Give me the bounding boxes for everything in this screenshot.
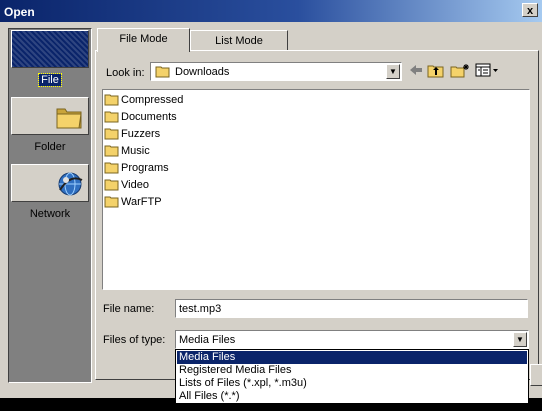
- folder-icon: [104, 179, 119, 191]
- list-item-label: Programs: [121, 161, 169, 174]
- list-item[interactable]: WarFTP: [104, 195, 162, 211]
- view-menu-button[interactable]: [474, 63, 500, 81]
- list-item-label: WarFTP: [121, 195, 162, 208]
- dropdown-option[interactable]: Media Files: [177, 351, 527, 364]
- folder-icon: [104, 94, 119, 106]
- list-item[interactable]: Fuzzers: [104, 127, 160, 143]
- back-arrow-icon: [410, 65, 422, 75]
- filetype-label: Files of type:: [103, 334, 166, 346]
- list-item[interactable]: Video: [104, 178, 149, 194]
- tab-file-mode-label: File Mode: [119, 33, 168, 45]
- chevron-down-icon[interactable]: ▼: [386, 64, 400, 79]
- place-folder-label: Folder: [34, 141, 66, 153]
- place-folder[interactable]: Folder: [10, 97, 90, 163]
- list-item[interactable]: Music: [104, 144, 150, 160]
- new-folder-button[interactable]: [450, 63, 470, 81]
- list-item-label: Compressed: [121, 93, 184, 106]
- filetype-value: Media Files: [179, 334, 236, 346]
- place-file-label: File: [38, 73, 62, 87]
- tab-list-mode[interactable]: List Mode: [190, 30, 288, 50]
- filename-label: File name:: [103, 303, 155, 315]
- list-item[interactable]: Compressed: [104, 93, 183, 109]
- view-menu-icon: [475, 63, 498, 77]
- folder-icon: [155, 66, 170, 78]
- folder-icon: [104, 196, 119, 208]
- folder-icon: [104, 145, 119, 157]
- close-icon: x: [526, 5, 534, 17]
- tab-file-mode[interactable]: File Mode: [97, 28, 190, 52]
- list-item-label: Music: [121, 144, 150, 157]
- lookin-value: Downloads: [175, 66, 230, 78]
- filetype-dropdown: Media Files Registered Media Files Lists o…: [175, 349, 529, 404]
- folder-icon: [104, 162, 119, 174]
- chevron-down-icon[interactable]: ▼: [513, 332, 527, 347]
- tab-list-mode-label: List Mode: [215, 35, 263, 47]
- lookin-label: Look in:: [106, 67, 145, 79]
- place-network-label: Network: [29, 208, 71, 220]
- place-network[interactable]: Network: [10, 164, 90, 230]
- list-item-label: Video: [121, 178, 149, 191]
- dropdown-option[interactable]: All Files (*.*): [177, 390, 527, 403]
- list-item-label: Documents: [121, 110, 177, 123]
- folder-icon: [56, 108, 82, 129]
- dropdown-option[interactable]: Lists of Files (*.xpl, *.m3u): [177, 377, 527, 390]
- lookin-combo[interactable]: Downloads ▼: [150, 62, 402, 81]
- close-button[interactable]: x: [522, 3, 538, 17]
- folder-icon: [104, 111, 119, 123]
- file-list[interactable]: Compressed Documents Fuzzers Music Programs V…: [102, 89, 530, 290]
- title-bar[interactable]: Open x: [0, 0, 542, 22]
- place-file[interactable]: File: [10, 30, 90, 96]
- list-item[interactable]: Documents: [104, 110, 177, 126]
- dropdown-option[interactable]: Registered Media Files: [177, 364, 527, 377]
- new-folder-icon: [450, 64, 469, 78]
- up-folder-icon: [427, 65, 444, 78]
- window-title: Open: [4, 5, 35, 19]
- filetype-select[interactable]: Media Files ▼: [175, 330, 529, 349]
- partial-button[interactable]: [530, 364, 542, 386]
- open-dialog: Open x File Folder Network File Mode Lis…: [0, 0, 542, 411]
- globe-icon: [58, 172, 83, 196]
- folder-icon: [104, 128, 119, 140]
- places-bar: File Folder Network: [8, 28, 92, 383]
- back-arrow-button[interactable]: [406, 63, 426, 81]
- filename-input[interactable]: [175, 299, 528, 318]
- list-item-label: Fuzzers: [121, 127, 161, 140]
- list-item[interactable]: Programs: [104, 161, 169, 177]
- file-icon: [11, 30, 89, 68]
- up-folder-button[interactable]: [426, 63, 446, 81]
